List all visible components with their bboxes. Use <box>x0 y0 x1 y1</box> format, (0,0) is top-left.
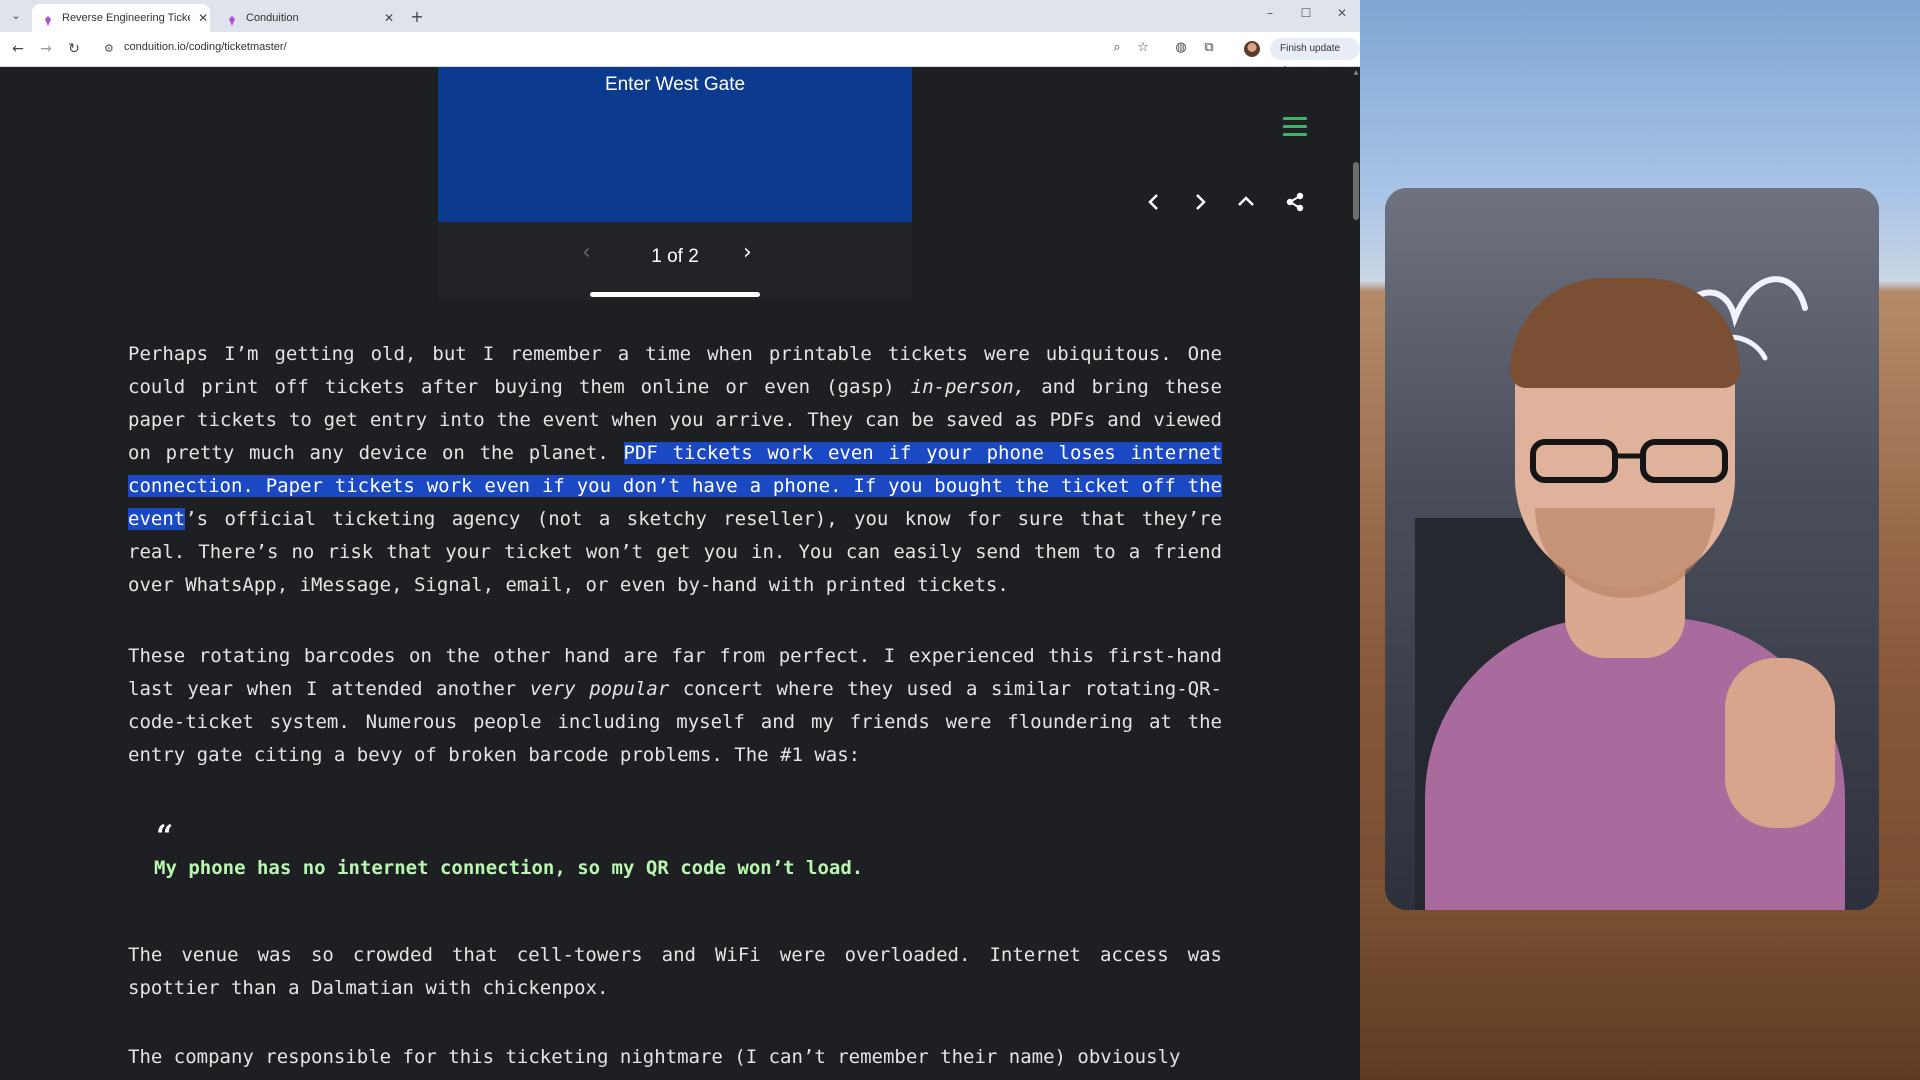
text: ’s official ticketing agency (not a sket… <box>128 508 1222 596</box>
next-post-icon[interactable] <box>1188 190 1212 214</box>
zoom-icon[interactable]: ⌕ <box>1108 40 1126 55</box>
blockquote: My phone has no internet connection, so … <box>154 857 864 879</box>
reload-icon[interactable]: ↻ <box>64 39 84 59</box>
forward-arrow-icon[interactable]: → <box>36 39 56 59</box>
puzzle-icon[interactable]: ⧉ <box>1200 40 1218 55</box>
text: The company responsible for this ticketi… <box>128 1046 1181 1068</box>
glasses-icon <box>1530 439 1728 483</box>
emphasis: in-person, <box>910 376 1026 398</box>
ticket-image: Enter West Gate <box>438 67 912 222</box>
back-arrow-icon[interactable]: ← <box>8 39 28 59</box>
url-text[interactable]: conduition.io/coding/ticketmaster/ <box>124 41 287 53</box>
close-window-icon[interactable]: ✕ <box>1332 6 1352 20</box>
close-icon[interactable]: ✕ <box>382 11 396 25</box>
chevron-down-icon[interactable]: ⌄ <box>8 8 24 24</box>
text: The venue was so crowded that cell-tower… <box>128 944 1222 999</box>
scroll-top-icon[interactable] <box>1234 190 1258 214</box>
conduition-favicon-icon <box>42 12 54 26</box>
chevron-right-icon[interactable]: › <box>743 240 752 265</box>
extension-icon[interactable]: ◍ <box>1172 40 1190 55</box>
finish-update-label: Finish update <box>1280 43 1341 54</box>
page-count: 1 of 2 <box>651 246 699 267</box>
ticket-pager: ‹ 1 of 2 › <box>438 235 912 275</box>
gate-label: Enter West Gate <box>604 74 746 95</box>
browser-toolbar: ← → ↻ ⚙ conduition.io/coding/ticketmaste… <box>0 32 1360 76</box>
webcam-overlay <box>1385 188 1879 910</box>
browser-window: ⌄ Reverse Engineering TicketMas ✕ Condui… <box>0 0 1360 1080</box>
article-page: Enter West Gate ‹ 1 of 2 › Perhaps I’m g… <box>0 67 1352 1080</box>
quote-mark-icon: “ <box>156 819 174 854</box>
maximize-icon[interactable]: ☐ <box>1296 6 1316 20</box>
profile-avatar[interactable] <box>1244 41 1260 57</box>
home-indicator <box>590 292 760 297</box>
scrollbar-thumb[interactable] <box>1353 162 1359 220</box>
star-icon[interactable]: ☆ <box>1134 40 1152 55</box>
tab-title: Reverse Engineering TicketMas <box>62 12 190 24</box>
ticket-carousel: Enter West Gate ‹ 1 of 2 › <box>438 67 912 300</box>
site-info-icon[interactable]: ⚙ <box>104 42 114 55</box>
scroll-up-icon[interactable]: ▲ <box>1352 69 1360 76</box>
tab-bar: ⌄ Reverse Engineering TicketMas ✕ Condui… <box>0 0 1360 32</box>
scrollbar[interactable]: ▲ <box>1352 67 1360 1080</box>
emphasis: very popular <box>529 678 670 700</box>
prev-post-icon[interactable] <box>1142 190 1166 214</box>
address-bar[interactable]: ⚙ conduition.io/coding/ticketmaster/ <box>100 36 1100 62</box>
conduition-favicon-icon <box>226 12 238 26</box>
canyon-image <box>1360 880 1920 1080</box>
finish-update-button[interactable]: Finish update ⋮ <box>1270 38 1360 76</box>
menu-icon[interactable] <box>1283 117 1307 137</box>
tab-conduition[interactable]: Conduition ✕ <box>216 4 396 32</box>
tab-reverse-engineering[interactable]: Reverse Engineering TicketMas ✕ <box>32 4 210 32</box>
paragraph-venue: The venue was so crowded that cell-tower… <box>128 939 1222 1005</box>
paragraph-company: The company responsible for this ticketi… <box>128 1041 1222 1074</box>
paragraph-rotating-barcodes: These rotating barcodes on the other han… <box>128 640 1222 772</box>
paragraph-printable-tickets: Perhaps I’m getting old, but I remember … <box>128 338 1223 602</box>
plus-icon[interactable]: + <box>408 7 426 26</box>
close-icon[interactable]: ✕ <box>196 11 210 25</box>
tab-title: Conduition <box>246 12 299 24</box>
minimize-icon[interactable]: – <box>1260 6 1280 20</box>
share-icon[interactable] <box>1283 190 1307 214</box>
webcam-hand <box>1725 658 1835 828</box>
